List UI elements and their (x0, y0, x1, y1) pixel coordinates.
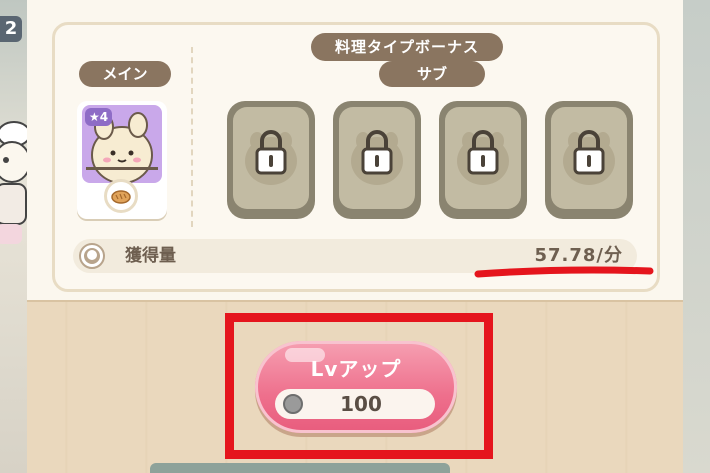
sub-slot-4[interactable] (545, 101, 633, 219)
lock-icon (457, 130, 509, 185)
red-underline-annotation (474, 266, 654, 278)
sub-slot-inner (445, 107, 521, 209)
section-divider (191, 47, 193, 227)
star-level: 4 (99, 110, 109, 124)
sub-slot-1[interactable] (227, 101, 315, 219)
wood-edge (27, 300, 683, 302)
main-label: メイン (79, 61, 171, 87)
gain-label: 獲得量 (125, 246, 176, 266)
sub-slot-3[interactable] (439, 101, 527, 219)
lock-icon (351, 130, 403, 185)
bottom-panel-hint (150, 463, 450, 473)
sub-slot-inner (551, 107, 627, 209)
lock-icon (245, 130, 297, 185)
cooking-type-bonus-box: 料理タイプボーナス メイン サブ ★4 獲得量 57.78/分 (52, 22, 660, 292)
sub-slot-inner (233, 107, 309, 209)
red-highlight-annotation (225, 313, 493, 459)
sub-slot-inner (339, 107, 415, 209)
main-character-card[interactable]: ★4 (77, 101, 167, 219)
level-indicator: 2 (0, 16, 22, 42)
sub-slot-2[interactable] (333, 101, 421, 219)
star-level-badge: ★4 (85, 108, 113, 126)
lock-icon (563, 130, 615, 185)
chef-hat-icon (79, 243, 105, 269)
main-card-portrait: ★4 (82, 105, 162, 183)
bread-icon (104, 179, 138, 213)
bonus-title: 料理タイプボーナス (311, 33, 503, 61)
sub-label: サブ (379, 61, 485, 87)
